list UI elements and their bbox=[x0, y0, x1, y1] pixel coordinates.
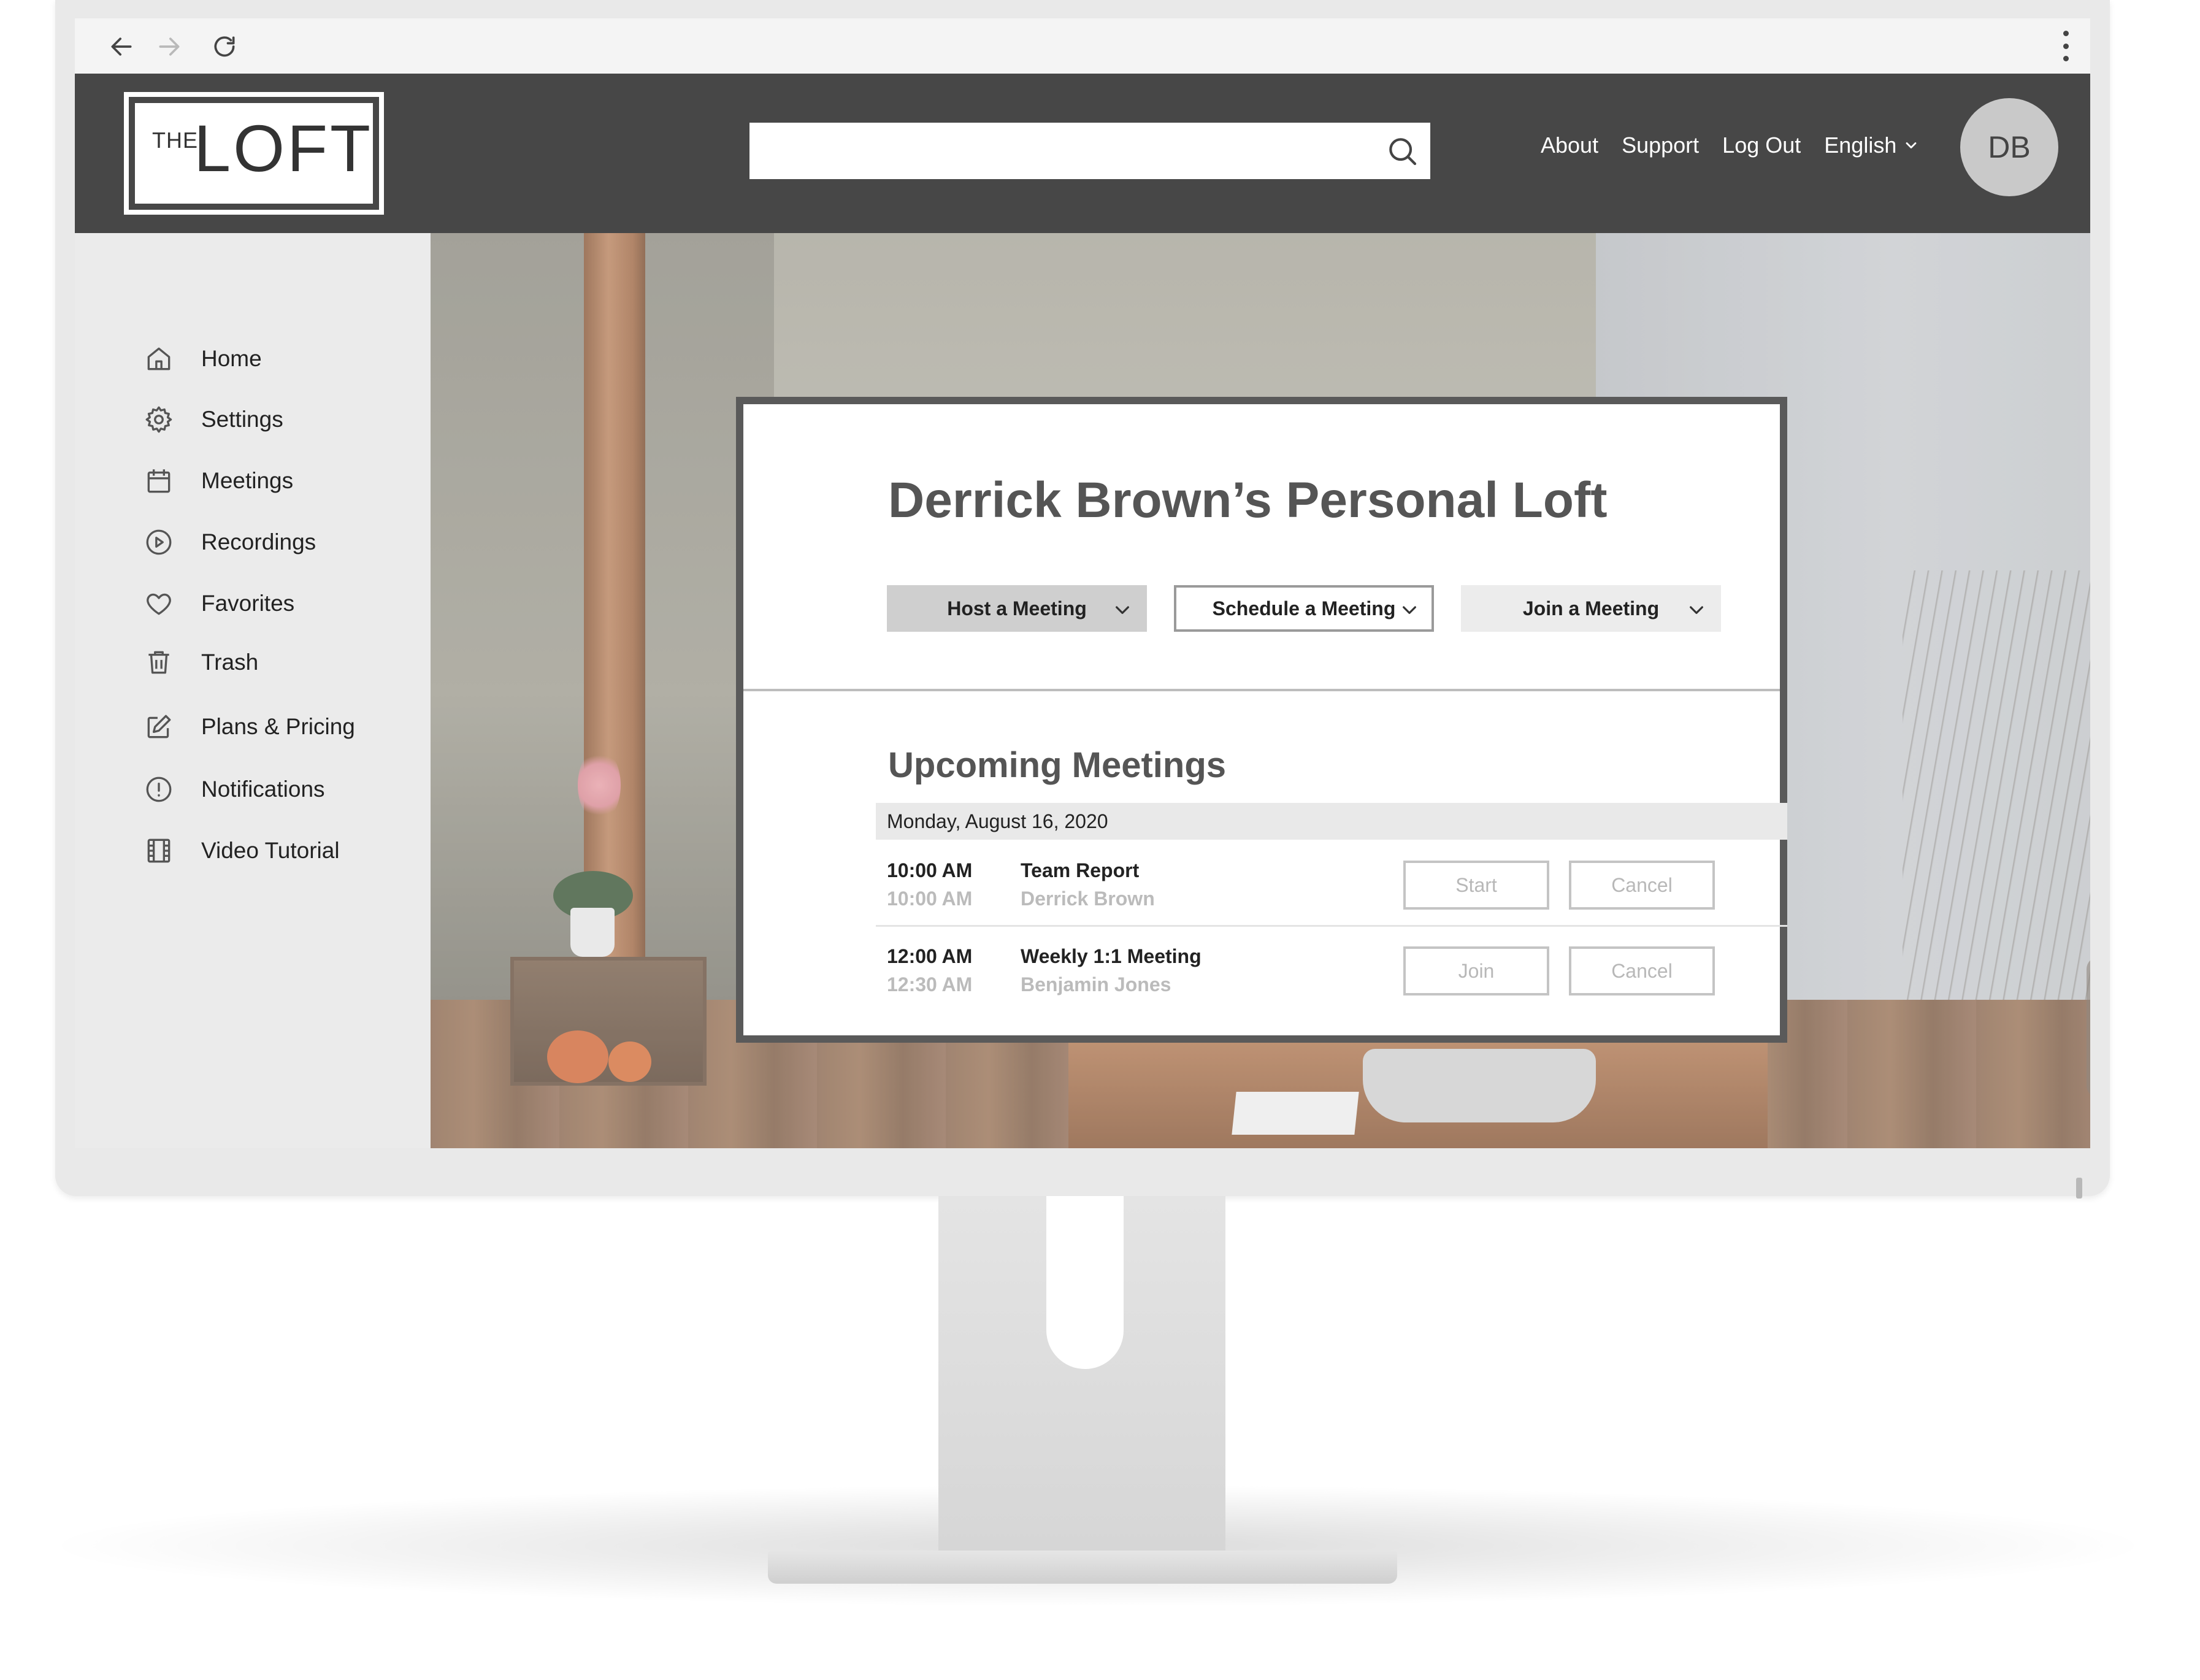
meeting-host: Derrick Brown bbox=[1021, 888, 1155, 910]
meeting-end-time: 10:00 AM bbox=[887, 888, 973, 910]
sidebar-item-meetings[interactable]: Meetings bbox=[142, 464, 293, 497]
logo-the: THE bbox=[152, 128, 198, 153]
cancel-meeting-button[interactable]: Cancel bbox=[1569, 946, 1715, 995]
sidebar-item-favorites[interactable]: Favorites bbox=[142, 587, 294, 620]
meeting-row: 12:00 AM 12:30 AM Weekly 1:1 Meeting Ben… bbox=[876, 927, 1787, 1013]
date-header: Monday, August 16, 2020 bbox=[876, 803, 1787, 840]
meeting-end-time: 12:30 AM bbox=[887, 973, 973, 995]
more-vert-icon[interactable] bbox=[2060, 31, 2072, 61]
schedule-meeting-label: Schedule a Meeting bbox=[1212, 597, 1396, 619]
top-nav: About Support Log Out English bbox=[1541, 132, 1920, 158]
join-button[interactable]: Join bbox=[1403, 946, 1549, 995]
upcoming-meetings-heading: Upcoming Meetings bbox=[888, 745, 1227, 785]
personal-loft-card: Derrick Brown’s Personal Loft Host a Mee… bbox=[736, 397, 1787, 1043]
page-title: Derrick Brown’s Personal Loft bbox=[888, 472, 1608, 528]
sidebar-item-label: Trash bbox=[201, 650, 259, 675]
logo[interactable]: THE LOFT bbox=[124, 92, 384, 215]
browser-toolbar bbox=[75, 18, 2090, 74]
meeting-title: Team Report bbox=[1021, 859, 1140, 881]
meeting-host: Benjamin Jones bbox=[1021, 973, 1171, 995]
logo-loft: LOFT bbox=[194, 111, 374, 185]
forward-arrow-icon[interactable] bbox=[152, 29, 186, 64]
host-meeting-button[interactable]: Host a Meeting bbox=[887, 585, 1147, 632]
host-meeting-label: Host a Meeting bbox=[947, 597, 1087, 619]
sidebar-item-label: Home bbox=[201, 346, 262, 371]
reload-icon[interactable] bbox=[207, 29, 242, 64]
calendar-icon bbox=[142, 464, 175, 497]
meeting-start-time: 12:00 AM bbox=[887, 945, 973, 967]
about-link[interactable]: About bbox=[1541, 132, 1598, 158]
schedule-meeting-button[interactable]: Schedule a Meeting bbox=[1174, 585, 1434, 632]
sidebar-item-label: Video Tutorial bbox=[201, 838, 340, 863]
screen: THE LOFT About Support Log Out English D… bbox=[75, 18, 2090, 1148]
sidebar: Home Settings Meetings Recordings Favori… bbox=[75, 233, 431, 1148]
sidebar-item-plans-pricing[interactable]: Plans & Pricing bbox=[142, 710, 355, 743]
cancel-meeting-button[interactable]: Cancel bbox=[1569, 861, 1715, 910]
sidebar-item-label: Favorites bbox=[201, 591, 295, 616]
home-icon bbox=[142, 342, 175, 375]
monitor-base bbox=[768, 1551, 1397, 1584]
join-meeting-button[interactable]: Join a Meeting bbox=[1461, 585, 1721, 632]
search-icon[interactable] bbox=[1385, 134, 1419, 168]
chevron-down-icon bbox=[1690, 606, 1703, 614]
sidebar-item-label: Notifications bbox=[201, 777, 325, 802]
join-meeting-label: Join a Meeting bbox=[1522, 597, 1660, 619]
chevron-down-icon bbox=[1906, 142, 1917, 148]
back-arrow-icon[interactable] bbox=[104, 29, 139, 64]
search-input[interactable] bbox=[749, 123, 1430, 179]
sidebar-item-label: Plans & Pricing bbox=[201, 714, 355, 739]
meeting-title: Weekly 1:1 Meeting bbox=[1021, 945, 1202, 967]
logout-link[interactable]: Log Out bbox=[1722, 132, 1801, 158]
sidebar-item-recordings[interactable]: Recordings bbox=[142, 526, 316, 559]
support-link[interactable]: Support bbox=[1622, 132, 1699, 158]
meeting-row: 10:00 AM 10:00 AM Team Report Derrick Br… bbox=[876, 841, 1787, 927]
heart-icon bbox=[142, 587, 175, 620]
site-header: THE LOFT About Support Log Out English D… bbox=[75, 74, 2090, 233]
scrollbar-thumb[interactable] bbox=[2076, 1178, 2082, 1199]
language-select[interactable]: English bbox=[1824, 132, 1920, 158]
alert-circle-icon bbox=[142, 773, 175, 806]
sidebar-item-home[interactable]: Home bbox=[142, 342, 262, 375]
sidebar-item-settings[interactable]: Settings bbox=[142, 403, 283, 436]
stand-cable-slot bbox=[1046, 1196, 1124, 1369]
chevron-down-icon bbox=[1116, 606, 1129, 614]
edit-icon bbox=[142, 710, 175, 743]
sidebar-item-label: Recordings bbox=[201, 529, 316, 554]
start-meeting-button[interactable]: Start bbox=[1403, 861, 1549, 910]
avatar[interactable]: DB bbox=[1960, 98, 2058, 196]
monitor-frame: THE LOFT About Support Log Out English D… bbox=[55, 0, 2110, 1196]
chevron-down-icon bbox=[1403, 606, 1416, 614]
sidebar-item-label: Meetings bbox=[201, 468, 294, 493]
sidebar-item-trash[interactable]: Trash bbox=[142, 646, 258, 679]
sidebar-item-notifications[interactable]: Notifications bbox=[142, 773, 325, 806]
language-label: English bbox=[1824, 132, 1897, 158]
film-icon bbox=[142, 834, 175, 867]
sidebar-item-label: Settings bbox=[201, 407, 283, 432]
trash-icon bbox=[142, 646, 175, 679]
gear-icon bbox=[142, 403, 175, 436]
meeting-start-time: 10:00 AM bbox=[887, 859, 973, 881]
play-circle-icon bbox=[142, 526, 175, 559]
card-header: Derrick Brown’s Personal Loft Host a Mee… bbox=[743, 404, 1780, 691]
sidebar-item-video-tutorial[interactable]: Video Tutorial bbox=[142, 834, 340, 867]
